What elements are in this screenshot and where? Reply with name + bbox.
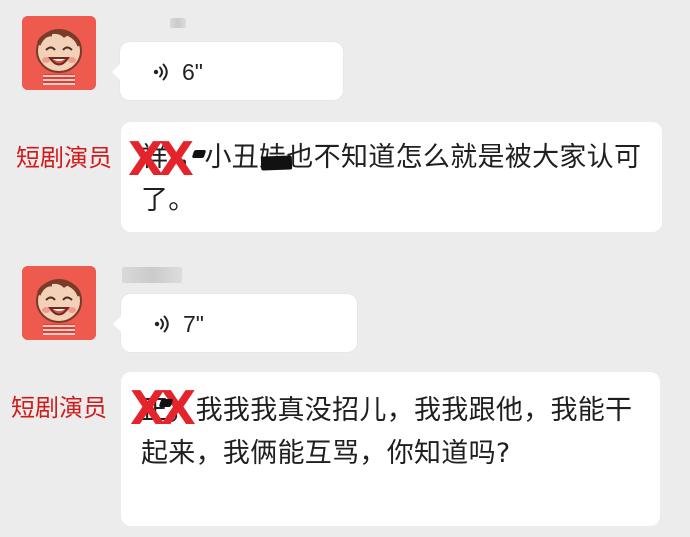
actor-label: 短剧演员 bbox=[11, 394, 107, 422]
cartoon-child-avatar-icon bbox=[22, 16, 96, 90]
voice-wave-icon bbox=[153, 314, 173, 334]
red-x-mark: XX bbox=[130, 381, 196, 435]
voice-transcript-text: 祥 ，小丑娃也不知道怎么就是被大家认可了。 bbox=[141, 142, 642, 216]
voice-transcript-bubble-2: 正，我我我真没招儿，我我跟他，我能干起来，我俩能互骂，你知道吗? bbox=[121, 372, 660, 526]
voice-transcript-bubble-1: 祥 ，小丑娃也不知道怎么就是被大家认可了。 bbox=[121, 122, 662, 232]
redaction-scribble bbox=[260, 155, 293, 171]
voice-message-bubble-2[interactable]: 7" bbox=[113, 294, 357, 352]
sender-name-blur bbox=[170, 18, 186, 28]
voice-transcript-text: 正，我我我真没招儿，我我跟他，我能干起来，我俩能互骂，你知道吗? bbox=[141, 395, 633, 469]
red-x-mark: XX bbox=[128, 132, 194, 186]
voice-wave-icon bbox=[152, 62, 172, 82]
cartoon-child-avatar-icon bbox=[22, 266, 96, 340]
voice-duration: 6" bbox=[182, 59, 203, 85]
voice-duration: 7" bbox=[183, 311, 204, 337]
voice-message-content: 7" bbox=[153, 311, 204, 337]
actor-label: 短剧演员 bbox=[16, 144, 112, 172]
voice-message-content: 6" bbox=[152, 59, 203, 85]
sender-avatar[interactable] bbox=[22, 16, 96, 90]
sender-name-blur bbox=[122, 267, 182, 283]
voice-message-bubble-1[interactable]: 6" bbox=[112, 42, 343, 100]
sender-avatar[interactable] bbox=[22, 266, 96, 340]
